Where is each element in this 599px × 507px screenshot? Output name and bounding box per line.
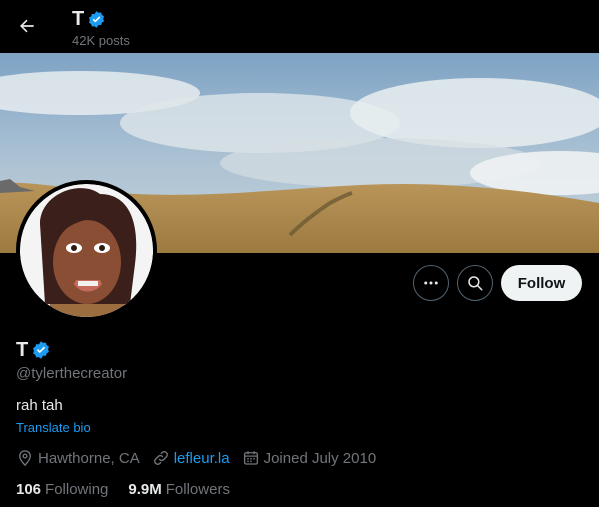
link-icon: [153, 451, 168, 465]
header-title: T: [72, 8, 85, 30]
joined-text: Joined July 2010: [263, 449, 377, 467]
follow-stats: 106 Following 9.9M Followers: [16, 481, 250, 498]
following-link[interactable]: 106 Following: [16, 481, 108, 498]
profile-handle: @tylerthecreator: [16, 365, 128, 382]
website-item[interactable]: lefleur.la: [152, 449, 230, 467]
following-label: Following: [45, 481, 109, 498]
followers-link[interactable]: 9.9M Followers: [128, 481, 230, 498]
verified-badge-icon[interactable]: [31, 340, 51, 360]
avatar-image: [20, 184, 153, 317]
location-pin-icon: [19, 450, 31, 467]
profile-meta: Hawthorne, CA lefleur.la Joined July 201…: [16, 449, 388, 467]
profile-name: T: [16, 339, 29, 361]
arrow-left-icon: [20, 19, 34, 33]
calendar-icon: [243, 451, 258, 465]
back-button[interactable]: [10, 9, 44, 43]
location-text: Hawthorne, CA: [38, 449, 140, 467]
posts-count: 42K posts: [72, 33, 130, 48]
following-count: 106: [16, 481, 42, 498]
search-button[interactable]: [457, 265, 493, 301]
website-link[interactable]: lefleur.la: [174, 450, 230, 467]
location-item: Hawthorne, CA: [16, 449, 140, 467]
translate-bio-link[interactable]: Translate bio: [16, 420, 91, 436]
joined-item: Joined July 2010: [242, 449, 377, 467]
followers-label: Followers: [165, 481, 230, 498]
followers-count: 9.9M: [128, 481, 162, 498]
follow-button[interactable]: Follow: [501, 265, 582, 301]
profile-bio: rah tah: [16, 397, 63, 414]
search-icon: [468, 276, 483, 291]
profile-name-row: T: [16, 338, 51, 362]
verified-badge-icon: [89, 10, 105, 28]
top-bar: T 42K posts: [0, 0, 599, 53]
header-title-block: T 42K posts: [72, 8, 130, 49]
more-icon: [424, 281, 438, 285]
more-button[interactable]: [413, 265, 449, 301]
profile-avatar[interactable]: [16, 180, 157, 321]
